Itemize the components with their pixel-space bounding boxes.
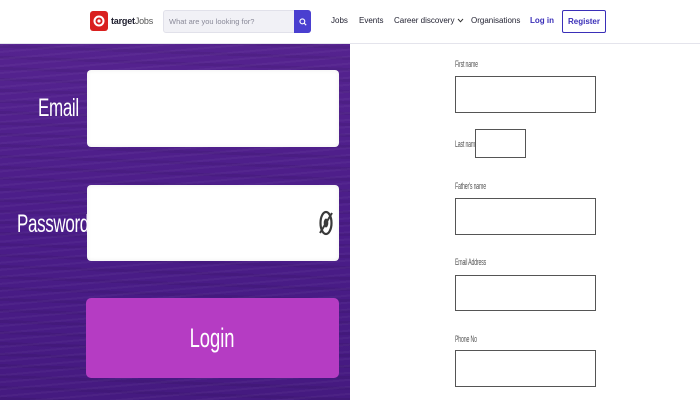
- targetjobs-logo[interactable]: targetJobs: [90, 11, 153, 31]
- first-name-label: First name: [455, 59, 478, 69]
- email-label: Email: [38, 94, 79, 122]
- login-button[interactable]: Login: [86, 298, 339, 378]
- search-bar: [163, 10, 311, 33]
- show-password-eye-icon[interactable]: [318, 208, 334, 238]
- phone-number-input[interactable]: [455, 350, 596, 387]
- nav-jobs[interactable]: Jobs: [331, 16, 348, 25]
- login-email-input[interactable]: [87, 70, 339, 147]
- registration-form: First name Last name Father's name Email…: [350, 44, 700, 400]
- target-logo-icon: [90, 11, 108, 31]
- nav-career-discovery[interactable]: Career discovery: [394, 16, 464, 25]
- login-link[interactable]: Log in: [530, 16, 554, 25]
- logo-wordmark: targetJobs: [111, 16, 154, 26]
- chevron-down-icon: [458, 18, 464, 23]
- first-name-input[interactable]: [455, 76, 596, 113]
- password-label: Password: [17, 210, 89, 238]
- login-button-label: Login: [190, 322, 235, 353]
- phone-number-label: Phone No: [455, 334, 477, 344]
- email-address-input[interactable]: [455, 275, 596, 311]
- email-address-label: Email Address: [455, 257, 487, 267]
- nav-events[interactable]: Events: [359, 16, 383, 25]
- nav-career-discovery-label: Career discovery: [394, 16, 455, 25]
- fathers-name-input[interactable]: [455, 198, 596, 235]
- register-button[interactable]: Register: [562, 10, 606, 33]
- login-password-input[interactable]: [87, 185, 339, 261]
- search-icon: [298, 17, 307, 26]
- fathers-name-label: Father's name: [455, 181, 486, 191]
- login-panel: Email Password Login: [0, 44, 350, 400]
- last-name-input[interactable]: [475, 129, 526, 158]
- top-navbar: targetJobs Jobs Events Career discovery …: [0, 0, 700, 44]
- search-button[interactable]: [294, 10, 311, 33]
- nav-organisations[interactable]: Organisations: [471, 16, 520, 25]
- search-input[interactable]: [164, 11, 292, 32]
